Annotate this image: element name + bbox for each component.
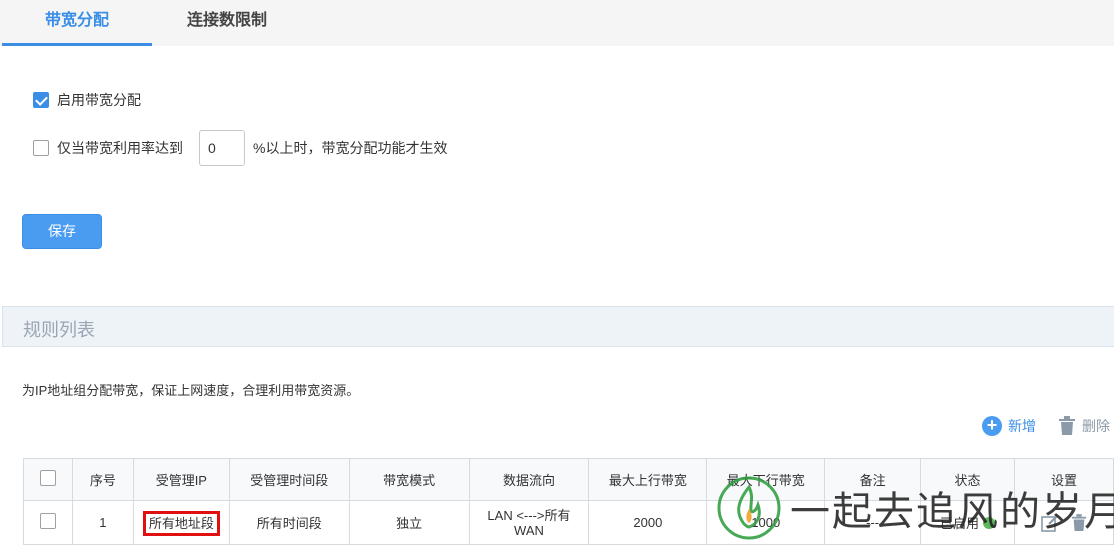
select-all-checkbox[interactable] (39, 470, 56, 486)
rules-table: 序号 受管理IP 受管理时间段 带宽模式 数据流向 最大上行带宽 最大下行带宽 … (23, 458, 1114, 545)
column-header: 最大下行带宽 (706, 458, 826, 501)
enable-row: 启用带宽分配 (33, 90, 141, 110)
threshold-checkbox[interactable] (33, 140, 49, 156)
rules-section-header: 规则列表 (2, 306, 1114, 347)
row-note: --- (824, 500, 922, 545)
add-label: 新增 (1008, 418, 1036, 434)
column-header: 序号 (71, 458, 134, 501)
tab-bar: 带宽分配 连接数限制 (0, 0, 1114, 46)
table-header-row: 序号 受管理IP 受管理时间段 带宽模式 数据流向 最大上行带宽 最大下行带宽 … (23, 458, 1114, 501)
row-mode: 独立 (348, 500, 470, 545)
tab-bandwidth-allocation[interactable]: 带宽分配 (2, 0, 152, 46)
column-header: 状态 (920, 458, 1015, 501)
save-button[interactable]: 保存 (22, 214, 102, 249)
row-flow-line1: LAN <--->所有 (487, 507, 571, 523)
row-select-cell (23, 500, 73, 545)
row-actions-cell (1014, 500, 1114, 545)
status-enabled-icon[interactable] (983, 516, 996, 529)
row-status-cell: 已启用 (920, 500, 1015, 545)
threshold-prefix: 仅当带宽利用率达到 (57, 140, 183, 156)
enable-label: 启用带宽分配 (57, 92, 141, 108)
row-index: 1 (71, 500, 134, 545)
enable-checkbox[interactable] (33, 92, 49, 108)
rules-description: 为IP地址组分配带宽，保证上网速度，合理利用带宽资源。 (22, 383, 360, 398)
threshold-row: 仅当带宽利用率达到 %以上时，带宽分配功能才生效 (33, 130, 447, 166)
row-checkbox[interactable] (39, 513, 56, 529)
row-flow: LAN <--->所有 WAN (468, 500, 590, 545)
row-time: 所有时间段 (228, 500, 350, 545)
column-header: 数据流向 (468, 458, 590, 501)
column-header: 受管理IP (132, 458, 230, 501)
rules-toolbar: + 新增 删除 (964, 414, 1114, 438)
row-up: 2000 (588, 500, 708, 545)
plus-circle-icon: + (982, 416, 1002, 436)
row-ip: 所有地址段 (142, 511, 220, 536)
delete-rule-button[interactable]: 删除 (1058, 416, 1110, 436)
column-header: 最大上行带宽 (588, 458, 708, 501)
trash-icon (1059, 416, 1075, 435)
table-row: 1 所有地址段 所有时间段 独立 LAN <--->所有 WAN 2000 100… (23, 500, 1114, 545)
column-header: 受管理时间段 (228, 458, 350, 501)
trash-icon[interactable] (1071, 513, 1087, 532)
threshold-input[interactable] (199, 130, 245, 166)
column-header: 带宽模式 (348, 458, 470, 501)
row-ip-cell: 所有地址段 (132, 500, 230, 545)
row-status: 已启用 (940, 516, 980, 531)
add-rule-button[interactable]: + 新增 (982, 416, 1036, 436)
column-header: 备注 (824, 458, 922, 501)
row-flow-line2: WAN (514, 522, 544, 538)
delete-label: 删除 (1082, 418, 1110, 434)
select-all-cell (23, 458, 73, 501)
rules-section-title: 规则列表 (23, 320, 95, 340)
column-header: 设置 (1014, 458, 1114, 501)
tab-connection-limit[interactable]: 连接数限制 (152, 0, 302, 46)
row-down: 1000 (706, 500, 826, 545)
edit-icon[interactable] (1041, 514, 1059, 532)
threshold-suffix: %以上时，带宽分配功能才生效 (253, 140, 448, 156)
